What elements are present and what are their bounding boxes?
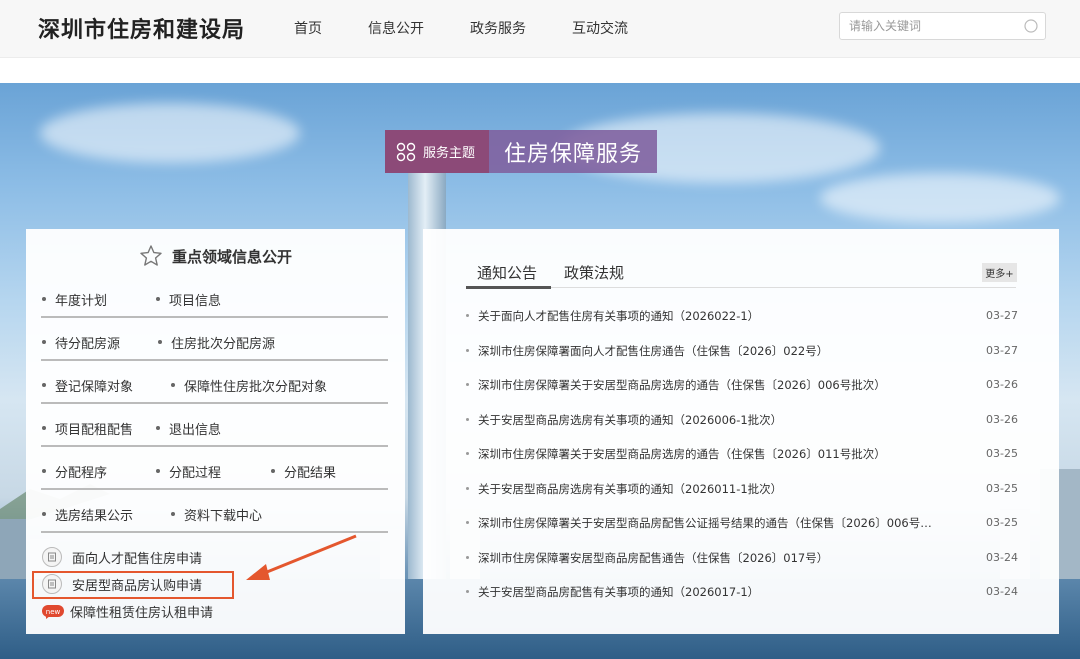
grid-icon [396,142,416,161]
site-header: 深圳市住房和建设局 首页 信息公开 政务服务 互动交流 [0,0,1080,58]
link-selection-result[interactable]: 选房结果公示 [41,505,133,524]
nav-government-services[interactable]: 政务服务 [470,18,526,38]
key-areas-row: 年度计划 项目信息 [41,275,388,318]
highlight-box [32,571,234,599]
search-box [839,12,1046,40]
theme-title-box: 住房保障服务 [489,130,657,173]
news-date: 03-25 [986,447,1018,460]
news-date: 03-27 [986,344,1018,357]
news-date: 03-26 [986,413,1018,426]
link-allocation-process[interactable]: 分配过程 [155,462,221,481]
news-item[interactable]: 深圳市住房保障署关于安居型商品房选房的通告（住保售〔2026〕011号批次） 0… [466,444,1018,464]
news-date: 03-25 [986,516,1018,529]
notices-panel: 通知公告 政策法规 更多+ 关于面向人才配售住房有关事项的通知（2026022-… [423,229,1059,634]
rental-housing-application-label: 保障性租赁住房认租申请 [70,606,214,621]
key-areas-row: 分配程序 分配过程 分配结果 [41,447,388,490]
news-title: 深圳市住房保障署安居型商品房配售通告（住保售〔2026〕017号） [478,551,829,565]
service-theme-label: 服务主题 [423,146,476,161]
page-title: 住房保障服务 [503,141,642,167]
key-areas-row: 项目配租配售 退出信息 [41,404,388,447]
link-allocation-result[interactable]: 分配结果 [270,462,336,481]
news-title: 深圳市住房保障署关于安居型商品房选房的通告（住保售〔2026〕006号批次） [478,378,886,392]
news-item[interactable]: 深圳市住房保障署安居型商品房配售通告（住保售〔2026〕017号） 03-24 [466,548,1018,568]
link-exit-info[interactable]: 退出信息 [155,419,221,438]
tab-policies[interactable]: 政策法规 [564,262,624,283]
news-date: 03-27 [986,309,1018,322]
header-gap [0,59,1080,83]
nav-info-disclosure[interactable]: 信息公开 [368,18,424,38]
link-allocation-procedure[interactable]: 分配程序 [41,462,107,481]
news-item[interactable]: 深圳市住房保障署关于安居型商品房选房的通告（住保售〔2026〕006号批次） 0… [466,375,1018,395]
news-date: 03-24 [986,551,1018,564]
news-title: 关于面向人才配售住房有关事项的通知（2026022-1） [478,309,760,323]
news-item[interactable]: 深圳市住房保障署面向人才配售住房通告（住保售〔2026〕022号） 03-27 [466,341,1018,361]
link-batch-housing[interactable]: 住房批次分配房源 [157,333,275,352]
talent-housing-application-link[interactable]: 面向人才配售住房申请 [42,547,202,567]
more-button[interactable]: 更多+ [982,263,1017,282]
new-badge-text: new [46,608,61,616]
news-item[interactable]: 关于安居型商品房选房有关事项的通知（2026006-1批次） 03-26 [466,410,1018,430]
nav-home[interactable]: 首页 [294,18,322,38]
tab-notices[interactable]: 通知公告 [477,262,537,283]
news-item[interactable]: 关于安居型商品房选房有关事项的通知（2026011-1批次） 03-25 [466,479,1018,499]
link-project-info[interactable]: 项目信息 [155,290,221,309]
news-title: 关于安居型商品房配售有关事项的通知（2026017-1） [478,585,760,599]
key-areas-row: 选房结果公示 资料下载中心 [41,490,388,533]
talent-housing-application-label: 面向人才配售住房申请 [72,551,203,567]
news-date: 03-26 [986,378,1018,391]
search-icon[interactable] [1023,18,1039,34]
link-annual-plan[interactable]: 年度计划 [41,290,107,309]
news-item[interactable]: 关于安居型商品房配售有关事项的通知（2026017-1） 03-24 [466,582,1018,602]
star-icon [140,245,162,266]
link-batch-recipients[interactable]: 保障性住房批次分配对象 [170,376,327,395]
annotation-arrow-icon [246,534,357,580]
news-item[interactable]: 关于面向人才配售住房有关事项的通知（2026022-1） 03-27 [466,306,1018,326]
link-rent-sale[interactable]: 项目配租配售 [41,419,133,438]
link-pending-housing[interactable]: 待分配房源 [41,333,120,352]
news-title: 深圳市住房保障署面向人才配售住房通告（住保售〔2026〕022号） [478,344,829,358]
search-input[interactable] [840,13,1020,39]
news-date: 03-25 [986,482,1018,495]
news-title: 深圳市住房保障署关于安居型商品房配售公证摇号结果的通告（住保售〔2026〕006… [478,516,932,530]
news-item[interactable]: 深圳市住房保障署关于安居型商品房配售公证摇号结果的通告（住保售〔2026〕006… [466,513,1018,533]
news-date: 03-24 [986,585,1018,598]
key-areas-row: 登记保障对象 保障性住房批次分配对象 [41,361,388,404]
tab-active-indicator [466,286,551,289]
site-title[interactable]: 深圳市住房和建设局 [38,12,245,44]
rental-housing-application-link[interactable]: new 保障性租赁住房认租申请 [42,602,213,621]
main-nav: 首页 信息公开 政务服务 互动交流 [294,18,674,38]
news-title: 关于安居型商品房选房有关事项的通知（2026006-1批次） [478,413,783,427]
new-badge-icon: new [42,604,64,619]
service-theme-badge: 服务主题 [385,130,489,173]
key-areas-title: 重点领域信息公开 [171,247,292,266]
news-title: 深圳市住房保障署关于安居型商品房选房的通告（住保售〔2026〕011号批次） [478,447,886,461]
link-download-center[interactable]: 资料下载中心 [170,505,262,524]
link-registered-recipients[interactable]: 登记保障对象 [41,376,133,395]
key-areas-row: 待分配房源 住房批次分配房源 [41,318,388,361]
key-areas-header: 重点领域信息公开 [26,244,405,268]
news-title: 关于安居型商品房选房有关事项的通知（2026011-1批次） [478,482,783,496]
nav-interaction[interactable]: 互动交流 [572,18,628,38]
document-icon [42,547,62,567]
